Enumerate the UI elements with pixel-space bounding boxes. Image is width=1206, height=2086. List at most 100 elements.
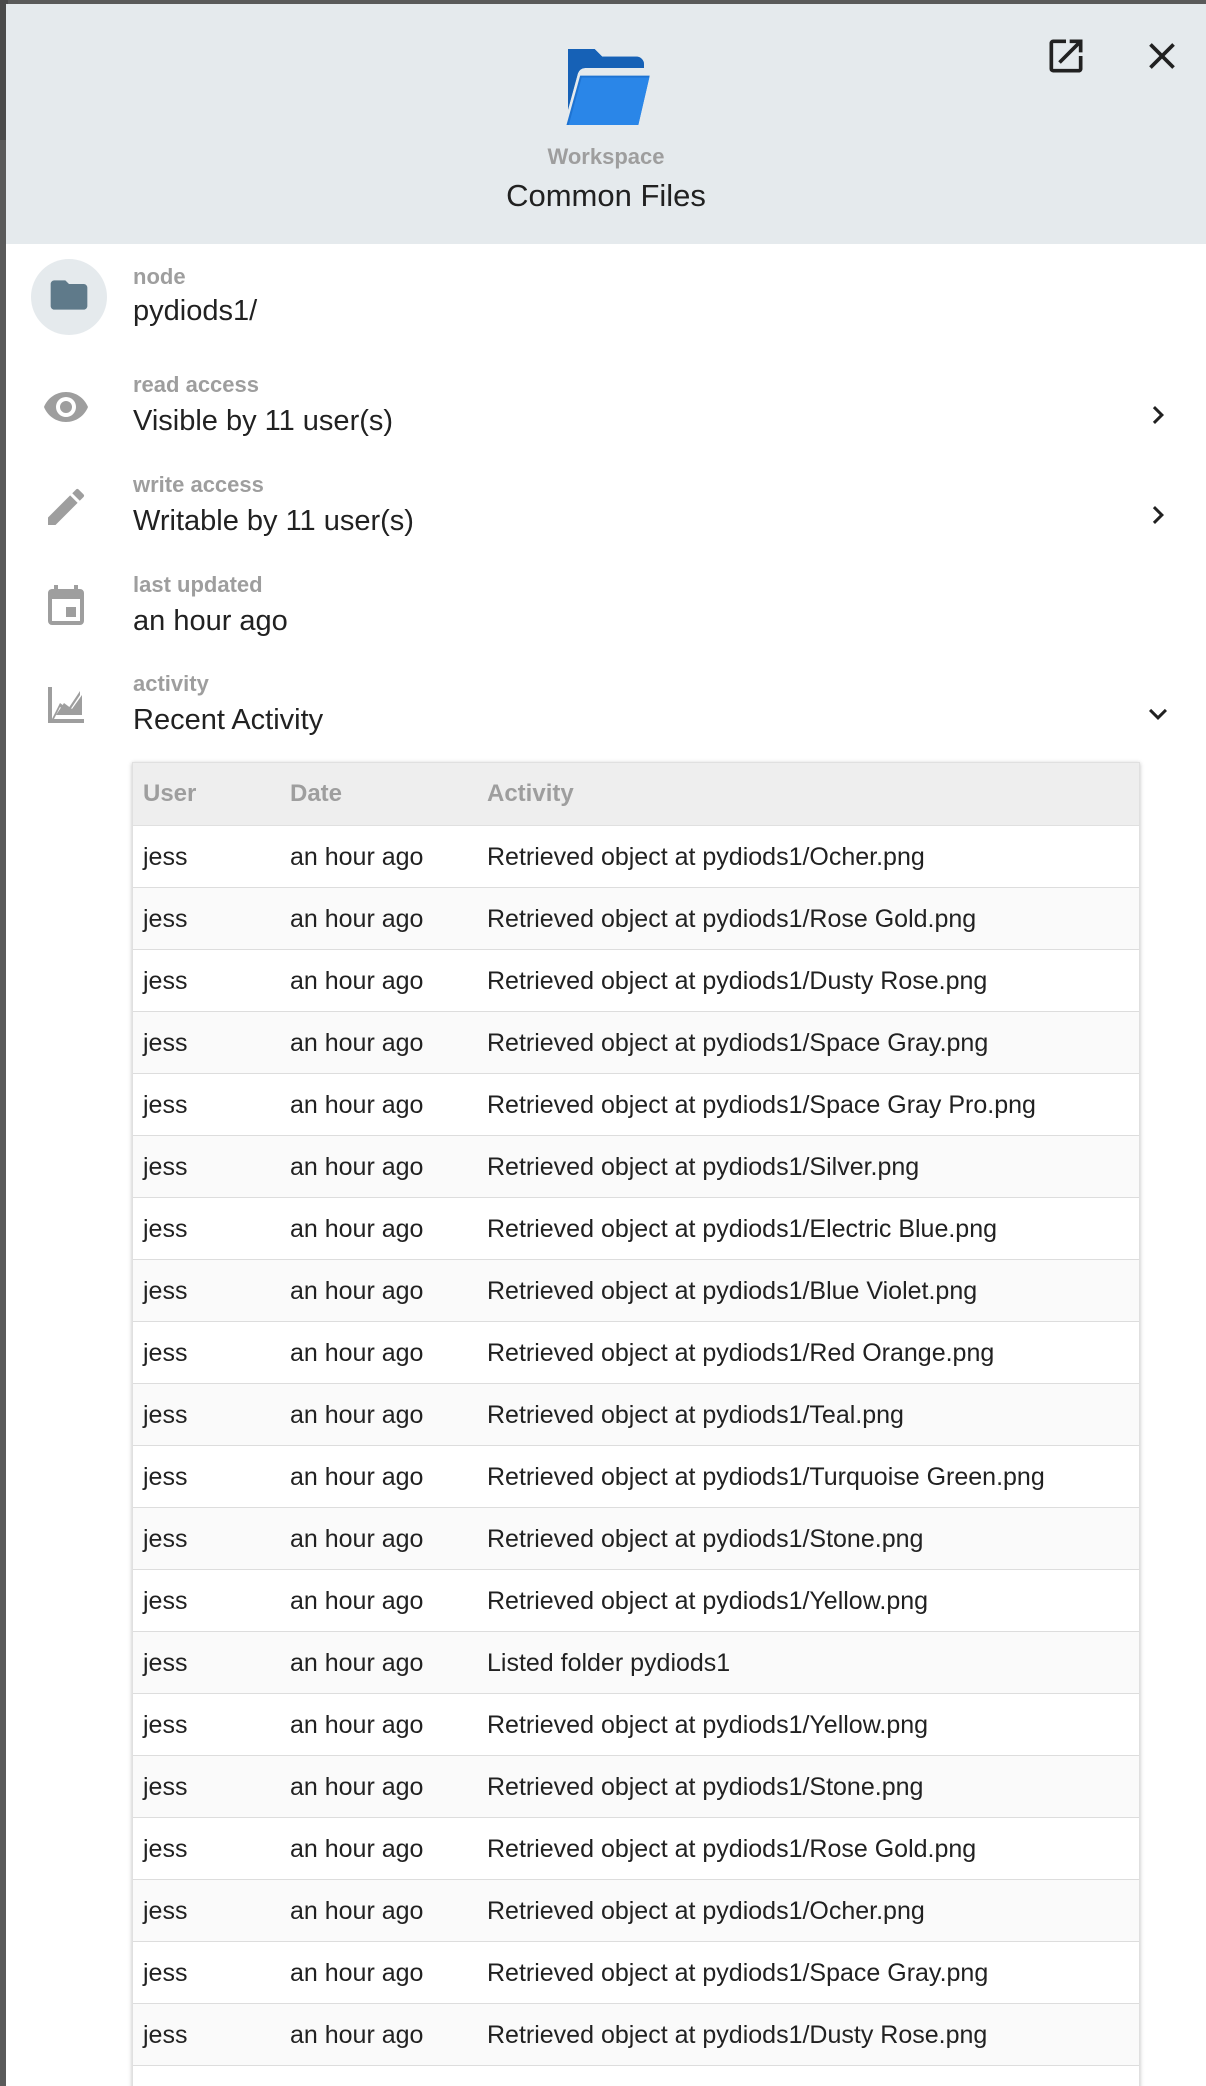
cell-date: an hour ago: [290, 1463, 424, 1491]
chevron-right-icon[interactable]: [1140, 497, 1176, 533]
close-icon[interactable]: [1140, 34, 1184, 78]
cell-user: jess: [143, 1339, 188, 1367]
table-row[interactable]: jess an hour ago Listed folder pydiods1: [133, 1632, 1139, 1694]
chevron-down-icon[interactable]: [1140, 696, 1176, 732]
cell-user: jess: [143, 1401, 188, 1429]
cell-user: jess: [143, 1277, 188, 1305]
column-header-activity[interactable]: Activity: [487, 780, 574, 808]
node-value: pydiods1/: [133, 295, 258, 327]
workspace-label: Workspace: [547, 144, 665, 169]
cell-date: an hour ago: [290, 1773, 424, 1801]
cell-date: an hour ago: [290, 905, 424, 933]
table-row[interactable]: jess an hour ago Retrieved object at pydio…: [133, 888, 1139, 950]
cell-date: an hour ago: [290, 1649, 424, 1677]
column-header-user[interactable]: User: [143, 780, 196, 808]
cell-activity: Retrieved object at pydiods1/Stone.png: [487, 1773, 924, 1801]
read-access-row[interactable]: read access Visible by 11 user(s): [6, 367, 1206, 447]
open-in-new-icon[interactable]: [1044, 34, 1088, 78]
table-row[interactable]: jess an hour ago Retrieved object at pydio…: [133, 1198, 1139, 1260]
cell-date: an hour ago: [290, 843, 424, 871]
folder-icon: [50, 280, 88, 310]
table-row[interactable]: jess an hour ago Retrieved object at pydio…: [133, 2004, 1139, 2066]
table-row[interactable]: jess an hour ago Retrieved object at pydio…: [133, 1384, 1139, 1446]
table-header: User Date Activity: [133, 763, 1139, 826]
folder-open-icon: [566, 49, 650, 125]
table-row[interactable]: jess an hour ago Retrieved object at pydio…: [133, 826, 1139, 888]
cell-date: an hour ago: [290, 1525, 424, 1553]
cell-user: jess: [143, 1835, 188, 1863]
table-row[interactable]: jess an hour ago Retrieved object at pydio…: [133, 1880, 1139, 1942]
cell-date: an hour ago: [290, 2021, 424, 2049]
cell-activity: Retrieved object at pydiods1/Silver.png: [487, 1153, 920, 1181]
cell-activity: Listed folder pydiods1: [487, 1649, 731, 1677]
cell-activity: Retrieved object at pydiods1/Dusty Rose.…: [487, 2021, 988, 2049]
cell-activity: Retrieved object at pydiods1/Yellow.png: [487, 1711, 929, 1739]
cell-user: jess: [143, 1649, 188, 1677]
cell-date: an hour ago: [290, 967, 424, 995]
cell-user: jess: [143, 1215, 188, 1243]
cell-date: an hour ago: [290, 1277, 424, 1305]
activity-label: activity: [133, 671, 209, 696]
table-row[interactable]: jess an hour ago Retrieved object at pydio…: [133, 1818, 1139, 1880]
cell-activity: Retrieved object at pydiods1/Rose Gold.p…: [487, 905, 977, 933]
table-row[interactable]: jess an hour ago Retrieved object at pydio…: [133, 1446, 1139, 1508]
table-row[interactable]: jess an hour ago Retrieved object at pydio…: [133, 1756, 1139, 1818]
cell-user: jess: [143, 1773, 188, 1801]
table-row[interactable]: jess an hour ago Retrieved object at pydio…: [133, 950, 1139, 1012]
last-updated-value: an hour ago: [133, 605, 288, 637]
cell-activity: Retrieved object at pydiods1/Dusty Rose.…: [487, 967, 988, 995]
cell-activity: Retrieved object at pydiods1/Stone.png: [487, 1525, 924, 1553]
table-row[interactable]: jess an hour ago Retrieved object at pydio…: [133, 1136, 1139, 1198]
table-row[interactable]: jess an hour ago Retrieved object at pydio…: [133, 1012, 1139, 1074]
cell-user: jess: [143, 967, 188, 995]
table-row[interactable]: jess an hour ago Retrieved object at pydio…: [133, 1260, 1139, 1322]
table-row[interactable]: jess an hour ago Retrieved object at pydio…: [133, 1322, 1139, 1384]
eye-icon: [44, 392, 88, 422]
cell-user: jess: [143, 1029, 188, 1057]
cell-date: an hour ago: [290, 1587, 424, 1615]
cell-date: an hour ago: [290, 1153, 424, 1181]
cell-user: jess: [143, 1959, 188, 1987]
last-updated-row: last updated an hour ago: [6, 567, 1206, 647]
cell-activity: Retrieved object at pydiods1/Space Gray.…: [487, 1029, 989, 1057]
table-row[interactable]: jess an hour ago Retrieved object at pydio…: [133, 1694, 1139, 1756]
write-access-row[interactable]: write access Writable by 11 user(s): [6, 467, 1206, 547]
cell-user: jess: [143, 1463, 188, 1491]
pencil-icon: [48, 488, 85, 525]
cell-date: an hour ago: [290, 1091, 424, 1119]
cell-date: an hour ago: [290, 1401, 424, 1429]
cell-date: an hour ago: [290, 1959, 424, 1987]
cell-activity: Retrieved object at pydiods1/Teal.png: [487, 1401, 904, 1429]
cell-activity: Retrieved object at pydiods1/Ocher.png: [487, 1897, 925, 1925]
table-body: jess an hour ago Retrieved object at pydio…: [133, 826, 1139, 2086]
column-header-date[interactable]: Date: [290, 780, 342, 808]
activity-row[interactable]: activity Recent Activity: [6, 666, 1206, 746]
write-access-label: write access: [133, 472, 264, 497]
table-row[interactable]: [133, 2066, 1139, 2086]
table-row[interactable]: jess an hour ago Retrieved object at pydio…: [133, 1508, 1139, 1570]
cell-user: jess: [143, 1897, 188, 1925]
last-updated-label: last updated: [133, 572, 263, 597]
node-label: node: [133, 264, 186, 289]
panel-header: Workspace Common Files: [6, 4, 1206, 244]
activity-value: Recent Activity: [133, 704, 324, 736]
read-access-value: Visible by 11 user(s): [133, 405, 394, 437]
cell-activity: Retrieved object at pydiods1/Rose Gold.p…: [487, 1835, 977, 1863]
cell-user: jess: [143, 1711, 188, 1739]
cell-date: an hour ago: [290, 1711, 424, 1739]
cell-date: an hour ago: [290, 1029, 424, 1057]
cell-user: jess: [143, 1153, 188, 1181]
chart-area-icon: [48, 687, 84, 723]
cell-activity: Retrieved object at pydiods1/Turquoise G…: [487, 1463, 1045, 1491]
chevron-right-icon[interactable]: [1140, 397, 1176, 433]
table-row[interactable]: jess an hour ago Retrieved object at pydio…: [133, 1570, 1139, 1632]
read-access-label: read access: [133, 372, 259, 397]
cell-user: jess: [143, 843, 188, 871]
cell-activity: Retrieved object at pydiods1/Red Orange.…: [487, 1339, 995, 1367]
table-row[interactable]: jess an hour ago Retrieved object at pydio…: [133, 1074, 1139, 1136]
cell-user: jess: [143, 1525, 188, 1553]
cell-user: jess: [143, 905, 188, 933]
activity-table: User Date Activity jess an hour ago Retrie…: [132, 762, 1140, 2086]
calendar-icon: [48, 585, 84, 625]
table-row[interactable]: jess an hour ago Retrieved object at pydio…: [133, 1942, 1139, 2004]
